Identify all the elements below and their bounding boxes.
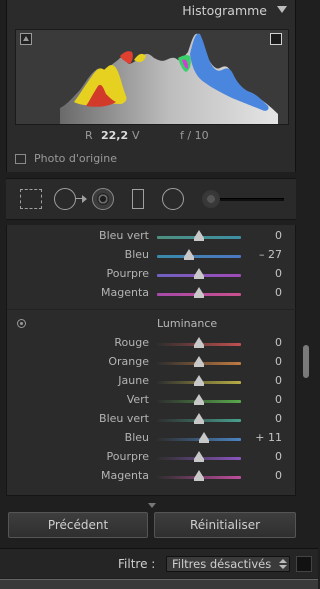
- luminance-value[interactable]: 0: [275, 450, 282, 463]
- luminance-value[interactable]: 0: [275, 393, 282, 406]
- adjustment-brush-track[interactable]: [212, 198, 284, 201]
- luminance-label: Vert: [126, 393, 149, 406]
- luminance-label: Pourpre: [106, 450, 150, 463]
- filter-toggle-switch[interactable]: [296, 556, 312, 572]
- histogram-chart: [60, 33, 278, 124]
- luminance-header: Luminance: [7, 315, 297, 333]
- tool-strip: [6, 178, 296, 220]
- luminance-label: Jaune: [118, 374, 149, 387]
- luminance-row: Vert 0: [7, 391, 297, 409]
- luminance-slider-thumb[interactable]: [194, 470, 204, 481]
- readout-aperture: f / 10: [180, 129, 209, 142]
- luminance-value[interactable]: 0: [275, 374, 282, 387]
- luminance-row: Bleu vert 0: [7, 410, 297, 428]
- original-photo-checkbox[interactable]: [15, 154, 26, 164]
- hue-row: Bleu – 27: [7, 246, 297, 264]
- luminance-title: Luminance: [157, 317, 218, 330]
- filter-select-value: Filtres désactivés: [172, 557, 272, 571]
- original-photo-label[interactable]: Photo d'origine: [34, 152, 117, 165]
- shadow-clipping-icon[interactable]: [20, 33, 32, 45]
- spot-removal-arrowhead-icon: [82, 195, 87, 203]
- histogram-readout: R 22,2 V f / 10: [15, 129, 289, 143]
- button-bar: Précédent Réinitialiser: [0, 500, 318, 544]
- hue-row: Pourpre 0: [7, 265, 297, 283]
- target-adjustment-icon[interactable]: [17, 319, 26, 328]
- histogram-title[interactable]: Histogramme: [182, 3, 267, 18]
- hue-label: Bleu vert: [99, 229, 149, 242]
- panel-scrollbar[interactable]: [303, 345, 309, 378]
- collapse-triangle-icon[interactable]: [277, 6, 287, 13]
- hue-value[interactable]: 0: [275, 286, 282, 299]
- select-arrows-icon: [279, 559, 287, 569]
- spot-removal-icon[interactable]: [54, 188, 76, 210]
- luminance-value[interactable]: 0: [275, 336, 282, 349]
- panel-end-arrow-icon: [148, 503, 156, 508]
- luminance-label: Bleu: [124, 431, 149, 444]
- filmstrip-edge: [0, 579, 318, 589]
- filter-bar: Filtre : Filtres désactivés: [0, 548, 318, 578]
- previous-button[interactable]: Précédent: [8, 512, 148, 538]
- hue-slider-thumb[interactable]: [194, 287, 204, 298]
- luminance-value[interactable]: 0: [275, 355, 282, 368]
- luminance-slider-thumb[interactable]: [194, 337, 204, 348]
- readout-v-label: V: [132, 129, 140, 142]
- readout-r-label: R: [85, 129, 93, 142]
- luminance-slider-thumb[interactable]: [194, 451, 204, 462]
- luminance-slider-thumb[interactable]: [199, 432, 210, 443]
- hue-value[interactable]: 0: [275, 267, 282, 280]
- hue-slider-thumb[interactable]: [194, 230, 204, 241]
- hue-label: Pourpre: [106, 267, 150, 280]
- luminance-row: Rouge 0: [7, 334, 297, 352]
- radial-filter-icon[interactable]: [162, 188, 184, 210]
- hue-slider-track[interactable]: [157, 255, 241, 258]
- hue-label: Bleu: [124, 248, 149, 261]
- luminance-value[interactable]: 0: [275, 412, 282, 425]
- graduated-filter-icon[interactable]: [132, 189, 144, 209]
- luminance-label: Rouge: [114, 336, 149, 349]
- luminance-slider-thumb[interactable]: [194, 413, 204, 424]
- luminance-slider-thumb[interactable]: [194, 394, 204, 405]
- red-eye-icon[interactable]: [92, 188, 114, 210]
- luminance-label: Bleu vert: [99, 412, 149, 425]
- hue-value[interactable]: – 27: [259, 248, 282, 261]
- luminance-row: Pourpre 0: [7, 448, 297, 466]
- filter-select[interactable]: Filtres désactivés: [166, 556, 290, 572]
- hue-slider-thumb[interactable]: [183, 249, 194, 260]
- luminance-value[interactable]: 0: [275, 469, 282, 482]
- luminance-label: Orange: [108, 355, 149, 368]
- hue-row: Bleu vert 0: [7, 227, 297, 245]
- luminance-value[interactable]: + 11: [255, 431, 282, 444]
- hue-row: Magenta 0: [7, 284, 297, 302]
- hsl-panel: Bleu vert 0 Bleu – 27 Pourpre 0 Magenta 0 Lumin…: [6, 225, 297, 496]
- filter-label: Filtre :: [118, 557, 156, 571]
- hue-label: Magenta: [100, 286, 149, 299]
- luminance-slider-thumb[interactable]: [194, 356, 204, 367]
- hue-slider-thumb[interactable]: [194, 268, 204, 279]
- luminance-slider-thumb[interactable]: [194, 375, 204, 386]
- luminance-row: Bleu + 11: [7, 429, 297, 447]
- luminance-row: Jaune 0: [7, 372, 297, 390]
- histogram-graph[interactable]: [15, 29, 289, 125]
- highlight-clipping-icon[interactable]: [270, 33, 282, 45]
- crop-overlay-icon[interactable]: [20, 189, 42, 209]
- readout-r-value: 22,2: [101, 129, 129, 142]
- luminance-row: Magenta 0: [7, 467, 297, 485]
- section-divider: [7, 309, 297, 310]
- histogram-panel: Histogramme R 22,2 V f / 10 Photo d'orig…: [6, 0, 296, 172]
- reset-button[interactable]: Réinitialiser: [154, 512, 296, 538]
- luminance-label: Magenta: [100, 469, 149, 482]
- hue-value[interactable]: 0: [275, 229, 282, 242]
- adjustment-brush-icon[interactable]: [202, 190, 220, 208]
- luminance-row: Orange 0: [7, 353, 297, 371]
